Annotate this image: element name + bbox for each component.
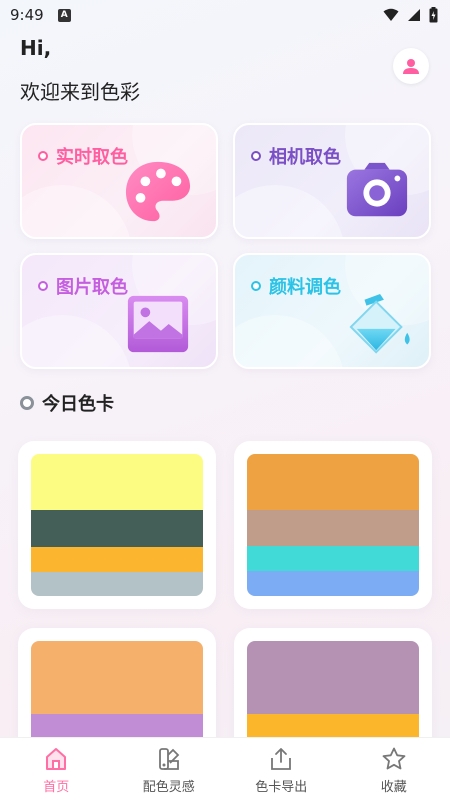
paint-mix-title: 颜料调色 xyxy=(251,273,341,299)
star-icon xyxy=(382,747,406,770)
signal-icon xyxy=(408,9,420,21)
color-swatch xyxy=(31,546,203,573)
paint-mix-card[interactable]: 颜料调色 xyxy=(233,253,431,369)
status-right xyxy=(383,7,438,23)
battery-icon xyxy=(429,7,438,23)
live-pick-title: 实时取色 xyxy=(38,143,128,169)
color-swatch xyxy=(31,454,203,511)
title-ring-icon xyxy=(251,151,261,161)
live-pick-label: 实时取色 xyxy=(56,147,128,168)
card-decoration xyxy=(235,315,345,367)
user-icon xyxy=(403,59,419,74)
card-decoration xyxy=(22,315,132,367)
paint-bucket-icon xyxy=(349,293,410,354)
nav-export-label: 色卡导出 xyxy=(255,780,308,795)
status-time: 9:49 xyxy=(10,6,44,24)
nav-inspiration[interactable]: 配色灵感 xyxy=(113,738,226,800)
palette-icon xyxy=(125,161,191,222)
title-ring-icon xyxy=(251,281,261,291)
color-swatch xyxy=(247,545,419,571)
palette-swatches xyxy=(31,454,203,596)
paint-mix-label: 颜料调色 xyxy=(269,277,341,298)
nav-export[interactable]: 色卡导出 xyxy=(225,738,338,800)
title-ring-icon xyxy=(38,281,48,291)
status-bar: 9:49 A xyxy=(0,0,450,30)
image-pick-card[interactable]: 图片取色 xyxy=(20,253,218,369)
color-swatch xyxy=(31,510,203,547)
camera-pick-title: 相机取色 xyxy=(251,143,341,169)
nav-home-label: 首页 xyxy=(43,780,70,795)
heading-dot-icon xyxy=(20,396,34,410)
color-swatch xyxy=(247,454,419,510)
title-ring-icon xyxy=(38,151,48,161)
nav-home[interactable]: 首页 xyxy=(0,738,113,800)
welcome-text: 欢迎来到色彩 xyxy=(20,80,140,104)
palette-card[interactable] xyxy=(234,441,432,609)
color-swatch xyxy=(247,509,419,546)
color-swatch xyxy=(31,641,203,714)
card-decoration xyxy=(235,185,345,237)
image-pick-title: 图片取色 xyxy=(38,273,128,299)
camera-pick-card[interactable]: 相机取色 xyxy=(233,123,431,239)
bottom-nav: 首页 配色灵感 色卡导出 收藏 xyxy=(0,737,450,800)
color-swatch xyxy=(247,641,419,714)
palette-swatch-icon xyxy=(158,748,180,770)
nav-favorites[interactable]: 收藏 xyxy=(338,738,450,800)
avatar-button[interactable] xyxy=(393,48,429,84)
greeting-hi: Hi, xyxy=(20,36,52,60)
image-pick-label: 图片取色 xyxy=(56,277,128,298)
wifi-icon xyxy=(383,8,399,21)
notification-a-icon: A xyxy=(57,8,71,22)
today-palettes-title: 今日色卡 xyxy=(42,394,114,415)
home-icon xyxy=(46,748,67,770)
palette-swatches xyxy=(247,454,419,596)
image-icon xyxy=(127,295,189,353)
today-palettes-heading: 今日色卡 xyxy=(20,390,114,416)
camera-pick-label: 相机取色 xyxy=(269,147,341,168)
nav-favorites-label: 收藏 xyxy=(380,780,407,795)
color-swatch xyxy=(31,572,203,596)
export-icon xyxy=(271,748,292,770)
card-decoration xyxy=(22,185,132,237)
nav-inspiration-label: 配色灵感 xyxy=(142,780,195,795)
camera-icon xyxy=(346,162,408,217)
live-pick-card[interactable]: 实时取色 xyxy=(20,123,218,239)
color-swatch xyxy=(247,570,419,596)
palette-card[interactable] xyxy=(18,441,216,609)
